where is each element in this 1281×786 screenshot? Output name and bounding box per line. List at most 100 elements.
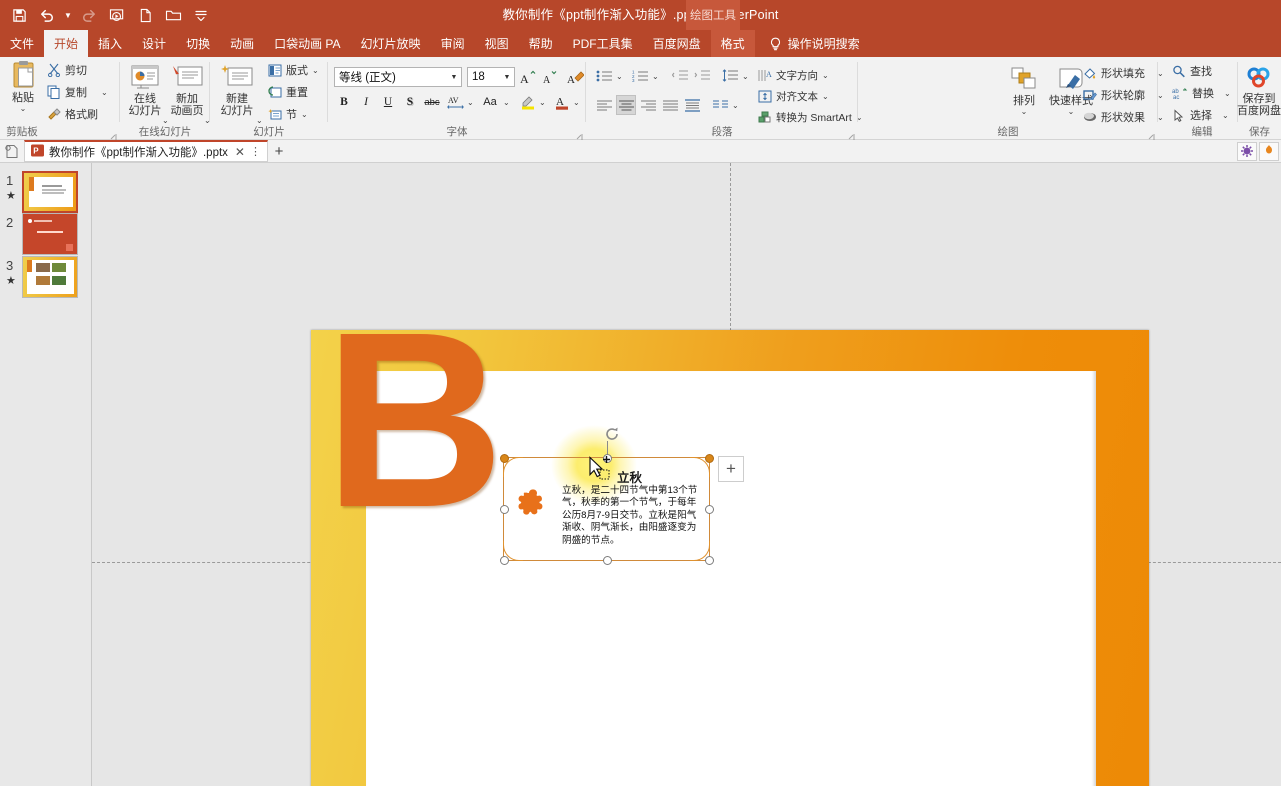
increase-indent-button[interactable] [692,66,712,86]
layout-dropdown-icon[interactable]: ⌄ [312,66,319,75]
clear-formatting-button[interactable]: A [565,67,585,87]
tab-review[interactable]: 审阅 [431,30,475,57]
arrange-dropdown-icon[interactable]: ⌄ [1021,107,1028,116]
line-spacing-dropdown-icon[interactable]: ⌄ [742,72,749,81]
tab-animations[interactable]: 动画 [220,30,264,57]
tell-me-search[interactable]: 操作说明搜索 [755,30,860,57]
new-slide-button[interactable]: 新建 幻灯片 [214,61,260,117]
numbering-dropdown-icon[interactable]: ⌄ [652,72,659,81]
quick-styles-dropdown-icon[interactable]: ⌄ [1068,107,1075,116]
decrease-font-size-button[interactable]: A [540,67,560,87]
increase-font-size-button[interactable]: A [518,67,538,87]
tab-baidu-netdisk[interactable]: 百度网盘 [643,30,711,57]
resize-handle-bottom-center[interactable] [603,555,612,565]
chevron-down-icon[interactable]: ▼ [447,74,461,81]
select-dropdown-icon[interactable]: ⌄ [1216,111,1229,120]
find-button[interactable]: 查找 [1172,63,1212,79]
drawing-dialog-launcher[interactable] [1146,129,1155,142]
decrease-indent-button[interactable] [670,66,690,86]
font-name-combo[interactable]: 等线 (正文) ▼ [334,67,462,87]
clipboard-dialog-launcher[interactable] [108,129,117,142]
save-icon[interactable] [6,2,32,28]
tab-view[interactable]: 视图 [475,30,519,57]
align-left-button[interactable] [594,95,614,115]
text-direction-dropdown-icon[interactable]: ⌄ [822,71,829,80]
bullets-dropdown-icon[interactable]: ⌄ [616,72,623,81]
open-folder-icon[interactable] [160,2,186,28]
plugin-purple-icon[interactable] [1237,141,1257,161]
paste-dropdown-icon[interactable]: ⌄ [20,104,27,113]
font-color-button[interactable]: A [552,92,572,112]
slide-thumbnail-pane[interactable]: 1 ★ 2 3 ★ [0,163,92,786]
shape-outline-button[interactable]: 形状轮廓 ⌄ [1083,87,1164,103]
customize-qat-icon[interactable] [188,2,214,28]
numbering-button[interactable]: 123 [630,66,650,86]
tab-list-icon[interactable] [0,144,24,159]
bold-button[interactable]: B [334,92,354,112]
arrange-button[interactable]: 排列 ⌄ [1001,63,1047,116]
columns-dropdown-icon[interactable]: ⌄ [732,101,739,110]
resize-handle-bottom-right[interactable] [704,555,714,565]
tab-pocket-animation[interactable]: 口袋动画 PA [264,30,350,57]
align-text-button[interactable]: 对齐文本 ⌄ [758,89,829,104]
online-slide-button[interactable]: 在线 幻灯片 [122,61,168,117]
section-dropdown-icon[interactable]: ⌄ [301,110,308,119]
tab-file[interactable]: 文件 [0,30,44,57]
line-spacing-button[interactable] [720,66,740,86]
paragraph-dialog-launcher[interactable] [846,129,855,142]
tab-design[interactable]: 设计 [132,30,176,57]
undo-icon[interactable] [34,2,60,28]
italic-button[interactable]: I [356,92,376,112]
shape-effects-button[interactable]: 形状效果 ⌄ [1083,109,1164,125]
justify-button[interactable] [660,95,680,115]
start-presentation-icon[interactable] [104,2,130,28]
tab-help[interactable]: 帮助 [519,30,563,57]
convert-smartart-button[interactable]: 转换为 SmartArt ⌄ [758,110,863,125]
copy-button[interactable]: 复制 ⌄ [47,84,108,100]
section-button[interactable]: 节 ⌄ [268,106,308,122]
text-direction-button[interactable]: A 文字方向 ⌄ [758,68,829,83]
tab-transitions[interactable]: 切换 [176,30,220,57]
underline-button[interactable]: U [378,92,398,112]
slide-surface[interactable]: B [311,330,1149,786]
layout-button[interactable]: 版式 ⌄ [268,62,319,78]
document-tab[interactable]: P 教你制作《ppt制作渐入功能》.pptx ✕ ⋮ [24,140,268,162]
font-color-dropdown-icon[interactable]: ⌄ [573,98,580,107]
shape-fill-button[interactable]: 形状填充 ⌄ [1083,65,1164,81]
replace-dropdown-icon[interactable]: ⌄ [1218,89,1231,98]
select-button[interactable]: 选择 ⌄ [1172,107,1229,123]
columns-button[interactable] [710,95,730,115]
character-spacing-button[interactable]: AV [446,92,466,112]
replace-button[interactable]: ab ac 替换 ⌄ [1172,85,1231,101]
tab-slideshow[interactable]: 幻灯片放映 [351,30,431,57]
close-tab-icon[interactable]: ✕ [235,145,245,159]
align-text-dropdown-icon[interactable]: ⌄ [822,92,829,101]
tab-insert[interactable]: 插入 [88,30,132,57]
character-spacing-dropdown-icon[interactable]: ⌄ [467,98,474,107]
undo-dropdown-icon[interactable]: ▼ [62,2,74,28]
copy-dropdown-icon[interactable]: ⌄ [91,88,108,97]
redo-icon[interactable] [76,2,102,28]
align-center-button[interactable] [616,95,636,115]
tab-format[interactable]: 格式 [710,30,755,57]
resize-handle-middle-right[interactable] [704,505,714,514]
tab-home[interactable]: 开始 [44,30,89,57]
new-tab-button[interactable]: + [268,143,290,160]
font-dialog-launcher[interactable] [574,129,583,142]
slide-editing-canvas[interactable]: B 立秋 立秋，是二十四节气中第13个节气，秋季的第一个节气，于每年公历8月7-… [92,163,1281,786]
new-animation-page-button[interactable]: 新加 动画页 [164,61,210,117]
font-size-combo[interactable]: 18 ▼ [467,67,515,87]
plugin-orange-icon[interactable] [1259,141,1279,161]
reset-button[interactable]: 重置 [268,84,308,100]
change-case-dropdown-icon[interactable]: ⌄ [503,98,510,107]
cut-button[interactable]: 剪切 [47,62,87,78]
resize-handle-middle-left[interactable] [499,505,509,514]
align-right-button[interactable] [638,95,658,115]
slide-thumbnail-3[interactable]: 3 ★ [0,256,92,306]
save-to-baidu-netdisk-button[interactable]: 保存到 百度网盘 [1236,61,1281,117]
tab-menu-icon[interactable]: ⋮ [250,145,261,158]
new-file-icon[interactable] [132,2,158,28]
resize-handle-top-right[interactable] [704,453,714,463]
strikethrough-button[interactable]: abc [422,92,442,112]
text-highlight-dropdown-icon[interactable]: ⌄ [539,98,546,107]
